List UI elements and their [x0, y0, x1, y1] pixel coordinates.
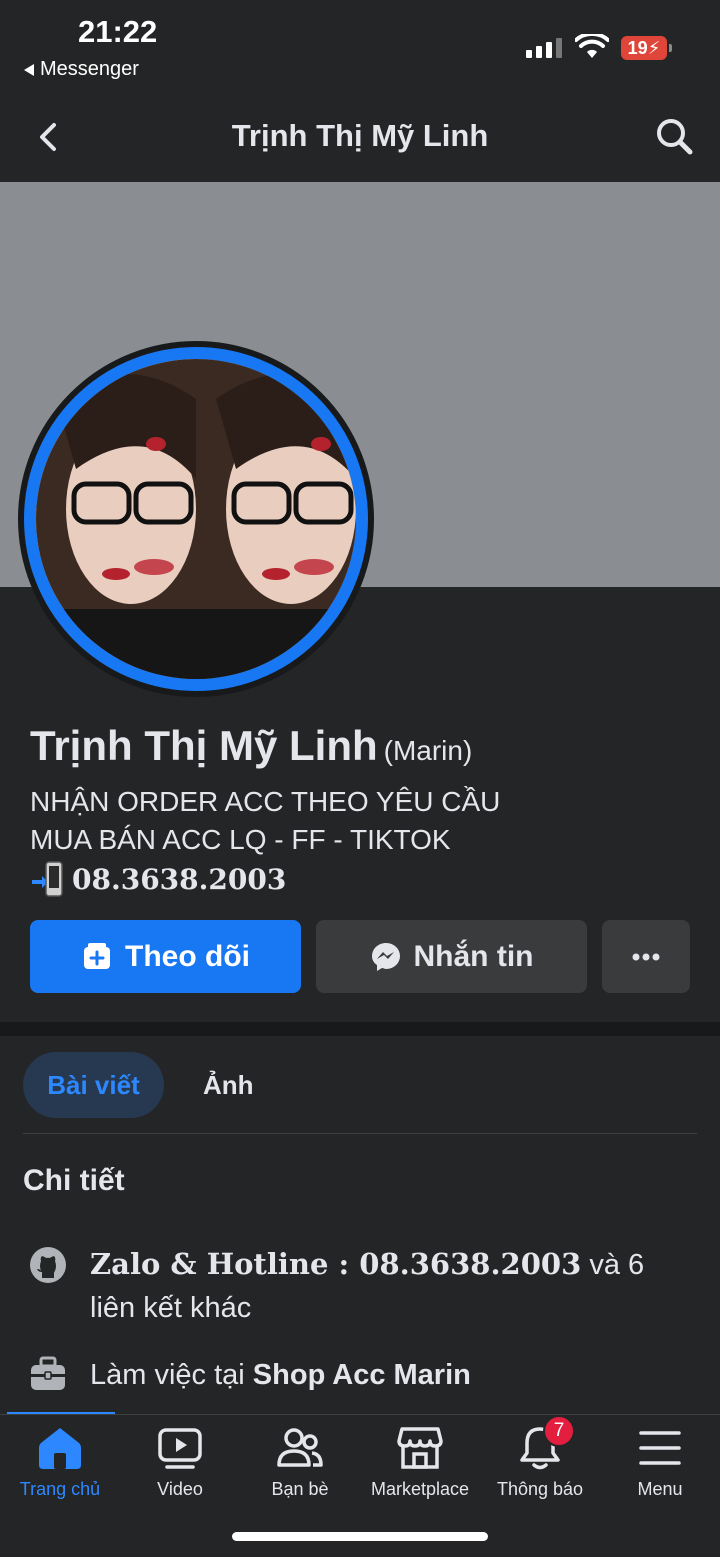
nav-friends[interactable]: Bạn bè [240, 1425, 360, 1500]
workplace-link[interactable]: Shop Acc Marin [253, 1359, 471, 1391]
nav-friends-label: Bạn bè [271, 1479, 329, 1499]
back-triangle-icon [24, 63, 34, 76]
profile-avatar[interactable] [36, 359, 356, 679]
follow-button-label: Theo dõi [125, 939, 250, 973]
message-button[interactable]: Nhắn tin [316, 920, 587, 993]
back-to-app-link[interactable]: Messenger [24, 58, 139, 81]
messenger-icon [371, 942, 400, 971]
menu-icon [639, 1431, 681, 1465]
nav-home[interactable]: Trang chủ [0, 1425, 120, 1500]
nav-home-label: Trang chủ [19, 1479, 101, 1499]
nav-video[interactable]: Video [120, 1425, 240, 1500]
battery-level: 19 [627, 37, 648, 58]
notification-badge: 7 [543, 1415, 575, 1447]
nav-marketplace-label: Marketplace [370, 1479, 470, 1499]
app-bar: Trịnh Thị Mỹ Linh [0, 92, 720, 182]
battery-indicator: 19 ⚡ [621, 36, 667, 60]
home-indicator [232, 1532, 488, 1541]
links-detail-row[interactable]: Zalo & Hotline : 08.3638.2003 và 6 liên … [28, 1243, 690, 1330]
bell-icon-wrap: 7 [517, 1415, 575, 1471]
nav-menu-label: Menu [637, 1479, 683, 1499]
bio-phone: 08.3638.2003 [30, 860, 286, 898]
tab-posts[interactable]: Bài viết [23, 1052, 164, 1118]
nav-menu[interactable]: Menu [600, 1425, 720, 1500]
signal-icon [526, 38, 562, 58]
links-detail-text: Zalo & Hotline : 08.3638.2003 và 6 liên … [90, 1243, 690, 1330]
mobile-phone-icon [32, 861, 63, 897]
home-icon [39, 1428, 81, 1469]
back-app-label: Messenger [40, 58, 139, 80]
work-detail-row: Làm việc tại Shop Acc Marin [28, 1354, 690, 1397]
more-dots-icon [632, 953, 660, 960]
marketplace-icon [397, 1427, 443, 1469]
battery-tip [669, 44, 672, 52]
follow-icon [84, 942, 110, 969]
profile-name: Trịnh Thị Mỹ Linh (Marin) [30, 722, 472, 770]
nav-notifications[interactable]: 7 Thông báo [480, 1415, 600, 1500]
work-prefix: Làm việc tại [90, 1359, 253, 1391]
video-icon [158, 1428, 202, 1469]
nav-video-label: Video [157, 1479, 203, 1499]
nav-marketplace[interactable]: Marketplace [360, 1425, 480, 1500]
status-bar: 21:22 Messenger 19 ⚡ [0, 0, 720, 92]
follow-button[interactable]: Theo dõi [30, 920, 301, 993]
page-title: Trịnh Thị Mỹ Linh [231, 118, 489, 153]
wifi-icon [575, 34, 609, 58]
avatar-photo [36, 359, 356, 679]
search-icon[interactable] [652, 114, 696, 158]
zalo-hotline-link[interactable]: Zalo & Hotline : 08.3638.2003 [90, 1247, 581, 1281]
bio-line-2: MUA BÁN ACC LQ - FF - TIKTOK [30, 824, 451, 855]
nav-notifications-label: Thông báo [496, 1479, 584, 1499]
phone-number: 08.3638.2003 [72, 862, 287, 896]
alternate-name: (Marin) [383, 735, 473, 766]
details-heading: Chi tiết [23, 1164, 125, 1197]
work-detail-text: Làm việc tại Shop Acc Marin [90, 1354, 690, 1397]
status-time: 21:22 [78, 14, 158, 49]
bio-line-1: NHẬN ORDER ACC THEO YÊU CẦU [30, 786, 501, 817]
message-button-label: Nhắn tin [413, 939, 534, 973]
profile-name-text: Trịnh Thị Mỹ Linh [30, 722, 378, 769]
tab-photos[interactable]: Ảnh [203, 1070, 254, 1101]
more-options-button[interactable] [602, 920, 690, 993]
friends-icon [277, 1428, 323, 1467]
tabs-divider [23, 1133, 697, 1134]
briefcase-icon [31, 1356, 65, 1390]
profile-tabs: Bài viết Ảnh [0, 1036, 720, 1136]
section-divider [0, 1022, 720, 1036]
charging-icon: ⚡ [647, 37, 661, 58]
github-icon [30, 1247, 66, 1283]
